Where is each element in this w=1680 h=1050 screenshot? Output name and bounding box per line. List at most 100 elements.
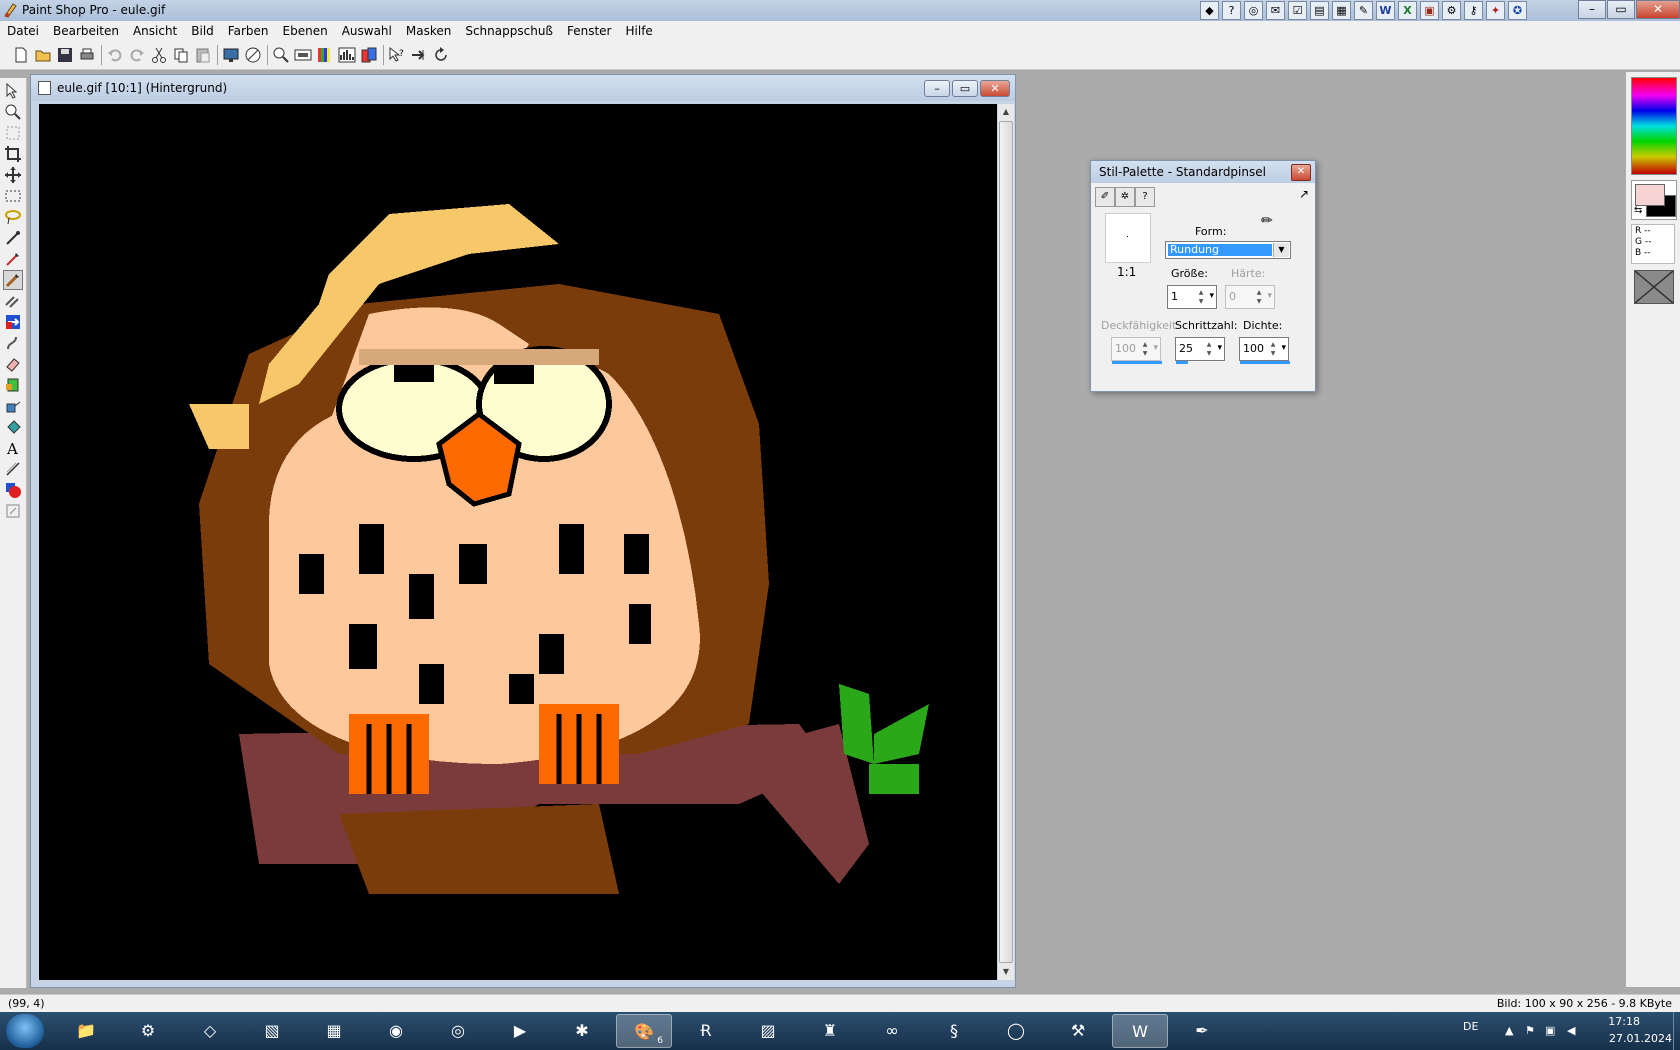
taskbar-green-app-icon[interactable]: ▨ xyxy=(740,1014,796,1048)
vector-tool-icon[interactable] xyxy=(4,502,22,520)
dichte-arrows-icon[interactable]: ▲ ▼ xyxy=(1268,340,1278,358)
screen-icon[interactable] xyxy=(222,46,240,64)
undo-icon[interactable] xyxy=(106,46,124,64)
taskbar-scanner-icon[interactable]: ▧ xyxy=(244,1014,300,1048)
taskbar-word-icon[interactable]: W xyxy=(1112,1014,1168,1048)
taskbar-app-icon[interactable]: ◇ xyxy=(182,1014,238,1048)
brush-help-tab-icon[interactable]: ? xyxy=(1135,187,1155,207)
taskbar-explorer-icon[interactable]: 📁 xyxy=(58,1014,114,1048)
text-tool-icon[interactable]: A xyxy=(4,439,22,457)
move-tool-icon[interactable] xyxy=(4,166,22,184)
image-canvas[interactable] xyxy=(39,104,997,980)
show-desktop-button[interactable] xyxy=(1673,1012,1680,1050)
taskbar-paint-shop-pro[interactable]: 🎨 6 xyxy=(616,1014,672,1048)
deckfaehigkeit-stepper[interactable]: 100 ▲ ▼ ▾ xyxy=(1111,337,1162,364)
blue-tool-icon[interactable]: ✪ xyxy=(1508,1,1527,20)
vertical-scrollbar[interactable]: ▲ ▼ xyxy=(998,104,1014,980)
zoom-tool-icon[interactable] xyxy=(4,103,22,121)
chevron-down-icon[interactable]: ▼ xyxy=(1273,243,1289,257)
brush-style-tab-icon[interactable]: ✐ xyxy=(1095,187,1115,207)
haerte-slider-icon[interactable]: ▾ xyxy=(1267,291,1272,301)
scroll-down-icon[interactable]: ▼ xyxy=(998,964,1014,980)
layers-icon[interactable] xyxy=(360,46,378,64)
taskbar-arduino-icon[interactable]: ∞ xyxy=(864,1014,920,1048)
network-icon[interactable]: ▣ xyxy=(1545,1024,1555,1037)
fullscreen-icon[interactable] xyxy=(244,46,262,64)
start-button[interactable] xyxy=(6,1014,44,1048)
menu-ebenen[interactable]: Ebenen xyxy=(276,21,335,41)
scroll-up-icon[interactable]: ▲ xyxy=(998,104,1014,120)
copy-icon[interactable] xyxy=(172,46,190,64)
key-icon[interactable]: ⚷ xyxy=(1464,1,1483,20)
minimize-button[interactable]: – xyxy=(1578,0,1606,19)
taskbar-gear-icon[interactable]: ⚙ xyxy=(120,1014,176,1048)
access-icon[interactable]: ▣ xyxy=(1420,1,1439,20)
haerte-stepper[interactable]: 0 ▲ ▼ ▾ xyxy=(1225,285,1275,309)
groesse-arrows-icon[interactable]: ▲ ▼ xyxy=(1196,288,1206,306)
histogram-icon[interactable] xyxy=(338,46,356,64)
crop-tool-icon[interactable] xyxy=(4,145,22,163)
taskbar-red-ring-icon[interactable]: ◯ xyxy=(988,1014,1044,1048)
taskbar-calculator-icon[interactable]: ▦ xyxy=(306,1014,362,1048)
brush-tool-icon[interactable] xyxy=(3,270,23,290)
brush-type-icon[interactable]: ✏ xyxy=(1261,213,1273,229)
word-icon[interactable]: W xyxy=(1376,1,1395,20)
new-file-icon[interactable] xyxy=(12,46,30,64)
menu-schnappschuss[interactable]: Schnappschuß xyxy=(458,21,560,41)
taskbar-chrome-icon[interactable]: ◎ xyxy=(430,1014,486,1048)
lasso-tool-icon[interactable] xyxy=(4,208,22,226)
clock-time[interactable]: 17:18 xyxy=(1608,1015,1640,1028)
close-button[interactable]: ✕ xyxy=(1636,0,1680,19)
schrittzahl-arrows-icon[interactable]: ▲ ▼ xyxy=(1204,340,1214,358)
print-icon[interactable] xyxy=(78,46,96,64)
document-minimize-button[interactable]: – xyxy=(924,80,950,97)
stil-palette-close-button[interactable]: ✕ xyxy=(1291,164,1311,181)
taskbar-lego-icon[interactable]: ♜ xyxy=(802,1014,858,1048)
mail-icon[interactable]: ✉ xyxy=(1266,1,1285,20)
fill-tool-icon[interactable] xyxy=(4,418,22,436)
menu-auswahl[interactable]: Auswahl xyxy=(335,21,399,41)
tool-icon[interactable]: ⚙ xyxy=(1442,1,1461,20)
taskbar-notes-icon[interactable]: § xyxy=(926,1014,982,1048)
taskbar-star-icon[interactable]: ✱ xyxy=(554,1014,610,1048)
groesse-stepper[interactable]: 1 ▲ ▼ ▾ xyxy=(1167,285,1217,309)
excel-icon[interactable]: X xyxy=(1398,1,1417,20)
open-folder-icon[interactable] xyxy=(34,46,52,64)
save-icon[interactable] xyxy=(56,46,74,64)
color-palette-icon[interactable] xyxy=(316,46,334,64)
language-indicator[interactable]: DE xyxy=(1463,1020,1478,1033)
dichte-stepper[interactable]: 100 ▲ ▼ ▾ xyxy=(1239,337,1290,364)
line-tool-icon[interactable] xyxy=(4,460,22,478)
groesse-slider-icon[interactable]: ▾ xyxy=(1209,291,1214,301)
menu-farben[interactable]: Farben xyxy=(221,21,276,41)
paste-icon[interactable] xyxy=(194,46,212,64)
paintbrush-tool-icon[interactable] xyxy=(4,250,22,268)
haerte-arrows-icon[interactable]: ▲ ▼ xyxy=(1254,288,1264,306)
refresh-icon[interactable] xyxy=(432,46,450,64)
clock-date[interactable]: 27.01.2024 xyxy=(1609,1032,1672,1045)
retouch-tool-icon[interactable] xyxy=(4,334,22,352)
picture-tube-icon[interactable] xyxy=(4,376,22,394)
menu-bearbeiten[interactable]: Bearbeiten xyxy=(46,21,126,41)
menu-hilfe[interactable]: Hilfe xyxy=(619,21,660,41)
null-pattern-icon[interactable] xyxy=(1634,270,1674,304)
deckfaehigkeit-arrows-icon[interactable]: ▲ ▼ xyxy=(1140,340,1150,358)
deform-tool-icon[interactable] xyxy=(4,124,22,142)
menu-datei[interactable]: Datei xyxy=(0,21,46,41)
note-icon[interactable]: ✎ xyxy=(1354,1,1373,20)
cut-icon[interactable] xyxy=(150,46,168,64)
document-titlebar[interactable]: eule.gif [10:1] (Hintergrund) – ▭ ✕ xyxy=(31,75,1015,101)
color-spectrum[interactable] xyxy=(1631,77,1677,175)
card-icon[interactable]: ▤ xyxy=(1310,1,1329,20)
selection-tool-icon[interactable] xyxy=(4,187,22,205)
foreground-color-swatch[interactable] xyxy=(1635,184,1665,206)
airbrush-tool-icon[interactable] xyxy=(4,397,22,415)
stil-palette-titlebar[interactable]: Stil-Palette - Standardpinsel ✕ xyxy=(1091,161,1315,183)
tray-icon-1[interactable]: ◆ xyxy=(1200,1,1219,20)
red-tool-icon[interactable]: ✦ xyxy=(1486,1,1505,20)
brush-texture-tab-icon[interactable]: ✲ xyxy=(1115,187,1135,207)
document-maximize-button[interactable]: ▭ xyxy=(952,80,978,97)
taskbar-tool-icon[interactable]: ⚒ xyxy=(1050,1014,1106,1048)
eraser-tool-icon[interactable] xyxy=(4,355,22,373)
taskbar-pen-icon[interactable]: ✒ xyxy=(1174,1014,1230,1048)
